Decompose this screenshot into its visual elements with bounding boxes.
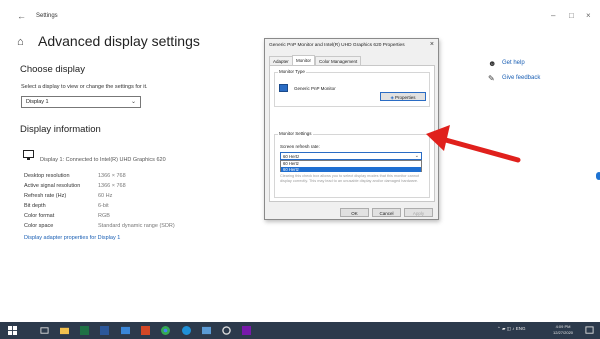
info-key: Refresh rate (Hz)	[24, 193, 67, 199]
properties-button[interactable]: ◈Properties	[380, 92, 426, 101]
chrome-icon[interactable]	[161, 326, 170, 335]
info-value: Standard dynamic range (SDR)	[98, 223, 175, 229]
info-key: Color format	[24, 213, 55, 219]
get-help-label: Get help	[502, 60, 525, 66]
red-arrow-icon	[426, 125, 521, 163]
info-value: 1366 × 768	[98, 173, 126, 179]
refresh-rate-label: Screen refresh rate:	[280, 144, 320, 149]
properties-button-label: Properties	[394, 94, 416, 100]
mail-icon[interactable]	[121, 326, 130, 335]
word-icon[interactable]	[100, 326, 109, 335]
refresh-warning-text: Clearing this check box allows you to se…	[280, 174, 420, 183]
ok-button[interactable]: OK	[340, 208, 369, 217]
taskbar: ⌃ ▰ ◫ ♪ ENG 4:09 PM 12/27/2020	[0, 322, 600, 339]
adapter-properties-link[interactable]: Display adapter properties for Display 1	[24, 235, 120, 241]
info-value: 1366 × 768	[98, 183, 126, 189]
monitor-icon	[23, 150, 34, 160]
edge-icon[interactable]	[182, 326, 191, 335]
monitor-type-icon	[279, 84, 288, 92]
choose-display-heading: Choose display	[20, 64, 85, 75]
apply-button[interactable]: Apply	[404, 208, 433, 217]
chevron-down-icon: ⌄	[414, 153, 419, 159]
maximize-button[interactable]: □	[569, 11, 574, 20]
monitor-name: Generic PnP Monitor	[294, 86, 336, 91]
title-bar: ← Settings – □ ×	[0, 0, 600, 34]
minimize-button[interactable]: –	[551, 11, 555, 20]
cancel-button[interactable]: Cancel	[372, 208, 401, 217]
help-icon: ☻	[488, 59, 497, 68]
info-key: Desktop resolution	[24, 173, 70, 179]
home-icon[interactable]: ⌂	[17, 36, 24, 48]
close-button[interactable]: ×	[586, 11, 591, 20]
notifications-icon[interactable]	[585, 326, 594, 335]
info-value: 60 Hz	[98, 193, 113, 199]
info-key: Active signal resolution	[24, 183, 81, 189]
settings-gear-icon[interactable]	[222, 326, 231, 335]
tab-adapter[interactable]: Adapter	[269, 56, 293, 65]
powerpoint-icon[interactable]	[141, 326, 150, 335]
display-info-heading: Display information	[20, 124, 101, 135]
display-select-value: Display 1	[26, 99, 49, 105]
refresh-rate-value: 60 Hertz	[283, 154, 300, 159]
scroll-indicator-dot	[596, 172, 600, 180]
monitor-type-label: Monitor Type	[278, 69, 306, 74]
onenote-icon[interactable]	[242, 326, 251, 335]
info-value: 6-bit	[98, 203, 109, 209]
give-feedback-label: Give feedback	[502, 75, 541, 81]
windows-start-icon[interactable]	[8, 326, 17, 335]
monitor-tab-panel: Monitor Type Generic PnP Monitor ◈Proper…	[269, 65, 435, 202]
back-arrow-icon[interactable]: ←	[17, 11, 26, 21]
refresh-rate-dropdown-list: 60 Hertz 60 Hertz	[280, 160, 422, 172]
refresh-rate-option-selected[interactable]: 60 Hertz	[281, 166, 421, 172]
feedback-icon: ✎	[488, 74, 495, 83]
monitor-caption: Display 1: Connected to Intel(R) UHD Gra…	[40, 157, 166, 163]
excel-icon[interactable]	[80, 326, 89, 335]
clock-date: 12/27/2020	[553, 330, 574, 335]
info-key: Color space	[24, 223, 54, 229]
dialog-close-icon[interactable]: ×	[430, 41, 434, 48]
dialog-title: Generic PnP Monitor and Intel(R) UHD Gra…	[269, 43, 405, 48]
tab-color-management[interactable]: Color Management	[315, 56, 362, 65]
app-title: Settings	[36, 13, 58, 19]
info-key: Bit depth	[24, 203, 46, 209]
file-explorer-icon[interactable]	[60, 326, 69, 335]
display-select[interactable]: Display 1 ⌄	[21, 96, 141, 108]
shield-icon: ◈	[390, 94, 394, 100]
chevron-down-icon: ⌄	[130, 99, 136, 105]
task-view-icon[interactable]	[40, 326, 49, 335]
system-tray-icons[interactable]: ⌃ ▰ ◫ ♪ ENG	[497, 326, 526, 332]
refresh-rate-select[interactable]: 60 Hertz ⌄	[280, 152, 422, 160]
properties-dialog: Generic PnP Monitor and Intel(R) UHD Gra…	[264, 38, 439, 220]
page-title: Advanced display settings	[38, 33, 200, 49]
tab-monitor[interactable]: Monitor	[292, 55, 316, 65]
info-value: RGB	[98, 213, 110, 219]
photos-icon[interactable]	[202, 326, 211, 335]
monitor-settings-label: Monitor Settings	[278, 131, 313, 136]
choose-display-hint: Select a display to view or change the s…	[21, 84, 148, 90]
taskbar-clock[interactable]: 4:09 PM 12/27/2020	[553, 324, 573, 336]
